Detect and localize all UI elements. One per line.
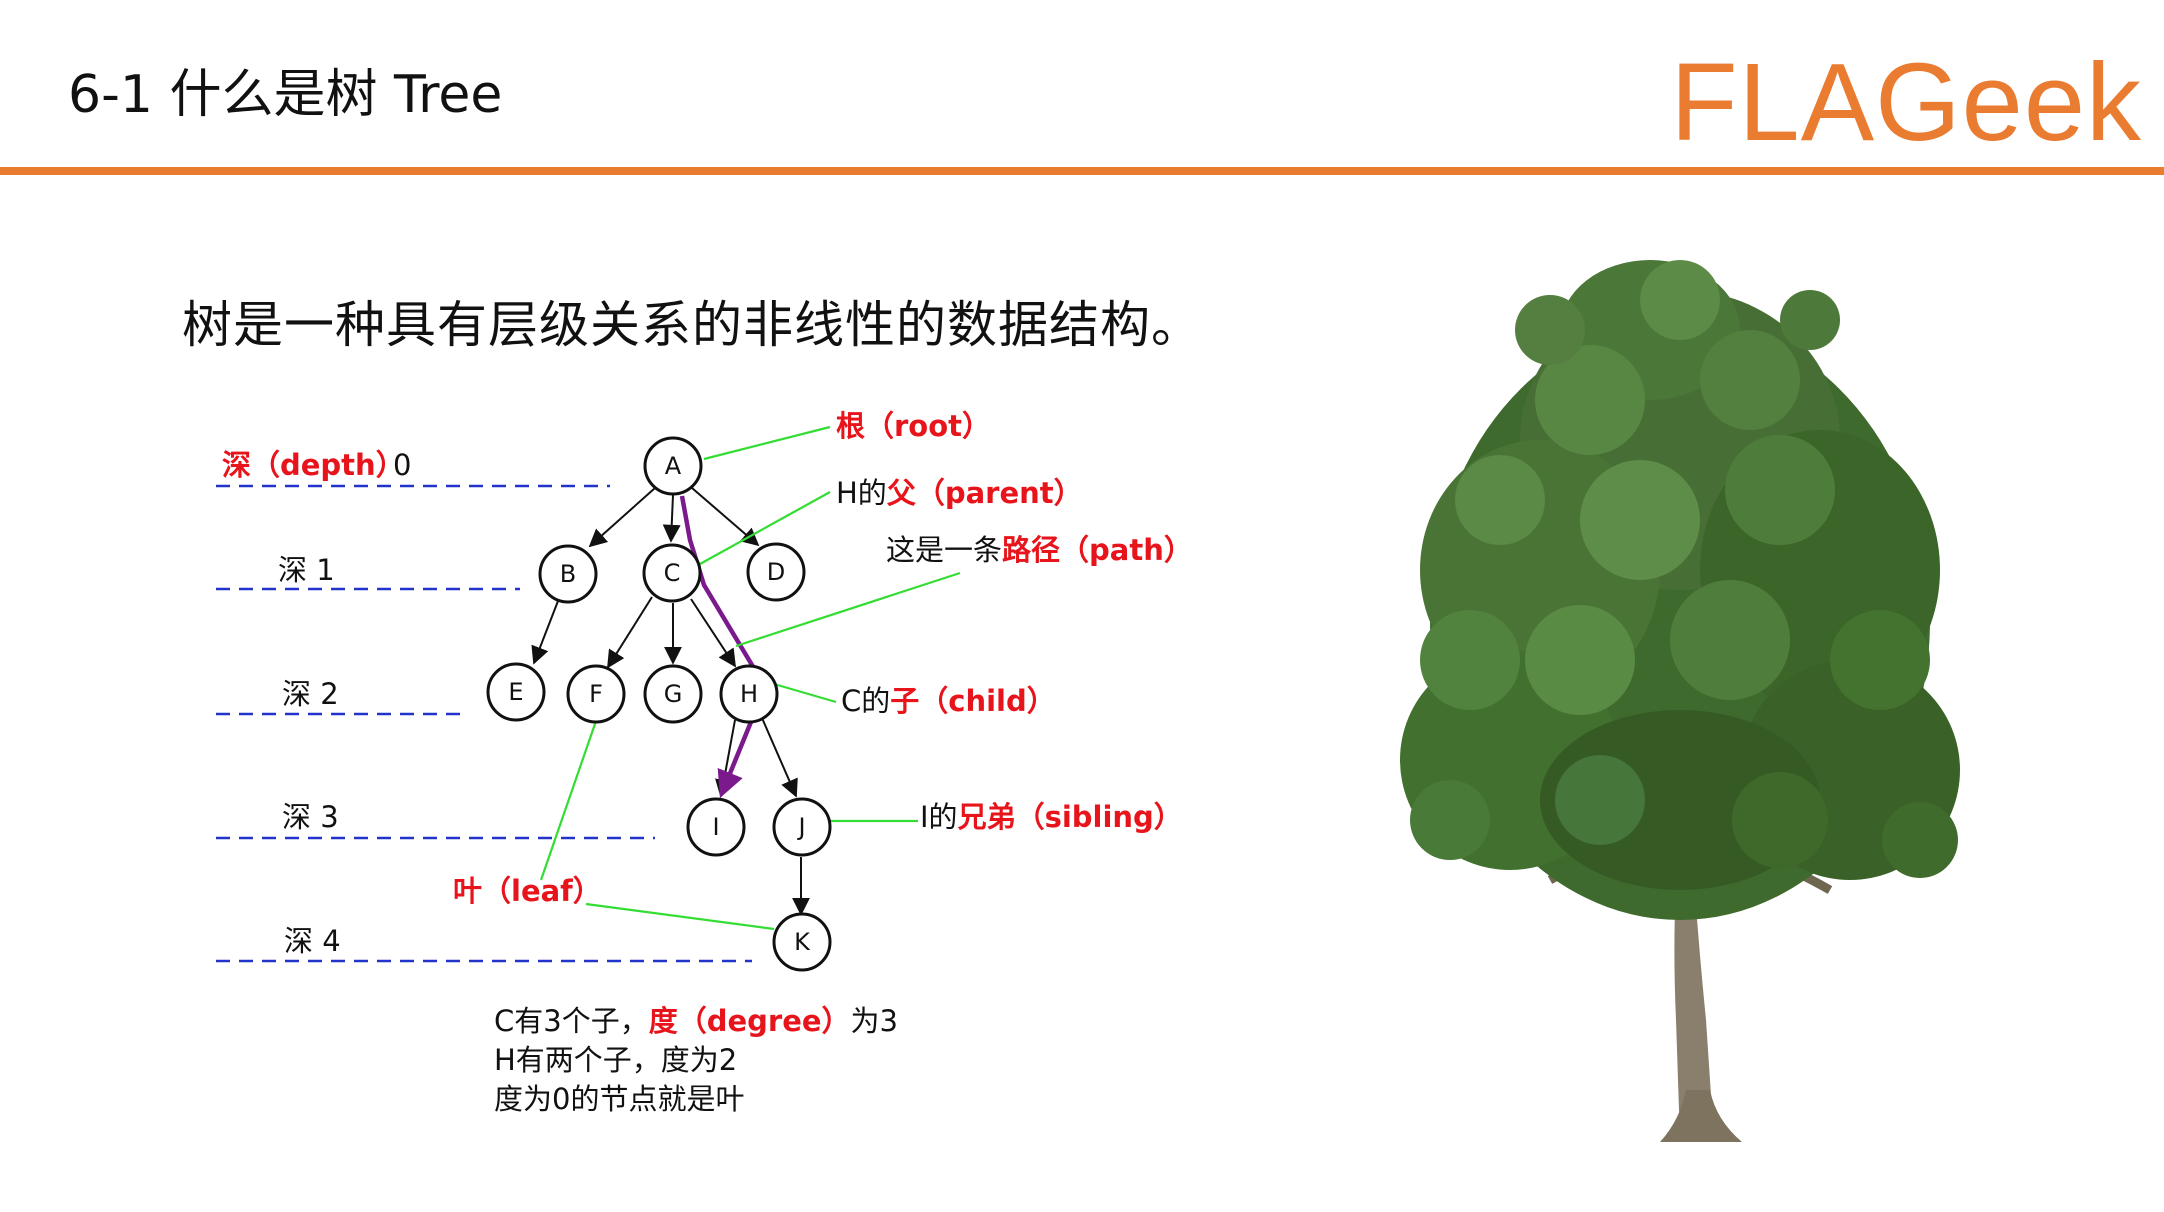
depth-label-3: 深 3	[282, 800, 339, 834]
node-g: G	[643, 664, 703, 724]
node-j: J	[772, 797, 832, 857]
label-child: C的子（child）	[841, 684, 1056, 718]
node-j-label: J	[796, 813, 805, 841]
brand-logo: FLAGeek	[1670, 41, 2142, 164]
depth-label-2: 深 2	[282, 677, 339, 711]
label-parent-term: 父（parent）	[887, 476, 1083, 510]
node-c: C	[642, 543, 702, 603]
label-child-term: 子（child）	[890, 684, 1055, 718]
label-leaf: 叶（leaf）	[453, 874, 602, 908]
edge-c-h	[690, 598, 736, 668]
callout-leaf-f	[539, 720, 598, 881]
node-g-label: G	[664, 680, 683, 708]
node-k: K	[772, 912, 832, 972]
node-h-label: H	[740, 680, 758, 708]
node-a-label: A	[665, 452, 682, 480]
depth-label-0: 深（depth）	[222, 448, 405, 482]
label-sibling-prefix: I的	[920, 800, 958, 834]
node-d: D	[746, 542, 806, 602]
callout-root	[703, 425, 831, 461]
node-f-label: F	[589, 680, 603, 708]
label-root: 根（root）	[836, 409, 991, 443]
depth-label-4: 深 4	[284, 924, 341, 958]
edge-c-f	[607, 596, 653, 669]
edge-h-j	[761, 717, 798, 798]
node-b-label: B	[560, 560, 576, 588]
label-path-prefix: 这是一条	[886, 533, 1002, 567]
node-d-label: D	[767, 558, 785, 586]
node-k-label: K	[794, 928, 811, 956]
label-child-prefix: C的	[841, 684, 890, 718]
slide: 6-1 什么是树 Tree FLAGeek 树是一种具有层级关系的非线性的数据结…	[0, 0, 2164, 1212]
callout-leaf-k	[585, 902, 775, 931]
label-parent-prefix: H的	[836, 476, 887, 510]
edge-a-b	[588, 487, 656, 548]
depth-label-0-value: 0	[393, 448, 411, 482]
label-sibling-term: 兄弟（sibling）	[957, 800, 1183, 834]
label-sibling: I的兄弟（sibling）	[920, 800, 1183, 834]
node-a: A	[643, 436, 703, 496]
node-c-label: C	[664, 559, 681, 587]
node-h: H	[719, 664, 779, 724]
note-degree-a: C有3个子，	[494, 1004, 649, 1038]
note-h-degree: H有两个子，度为2	[494, 1043, 737, 1077]
node-b: B	[538, 544, 598, 604]
node-i-label: I	[712, 813, 719, 841]
node-e: E	[486, 662, 546, 722]
tree-foliage	[1400, 260, 1960, 920]
edge-b-e	[531, 600, 559, 665]
label-parent: H的父（parent）	[836, 476, 1083, 510]
oak-tree-icon	[1400, 260, 1960, 1142]
node-f: F	[566, 664, 626, 724]
note-degree-b: 为3	[851, 1004, 898, 1038]
tree-terminology-diagram: 深（depth） 0 深 1 深 2 深 3 深 4 A B C D E F G…	[216, 409, 1193, 1116]
note-degree: C有3个子，度（degree）为3	[494, 1004, 898, 1038]
edge-a-c	[662, 494, 681, 543]
node-e-label: E	[508, 678, 523, 706]
note-degree-term: 度（degree）	[649, 1004, 851, 1038]
node-i: I	[686, 797, 746, 857]
callout-child	[773, 682, 837, 704]
note-leaf-degree: 度为0的节点就是叶	[494, 1082, 744, 1116]
depth-label-1: 深 1	[278, 553, 335, 587]
label-path-term: 路径（path）	[1002, 533, 1193, 567]
label-path: 这是一条路径（path）	[886, 533, 1193, 567]
